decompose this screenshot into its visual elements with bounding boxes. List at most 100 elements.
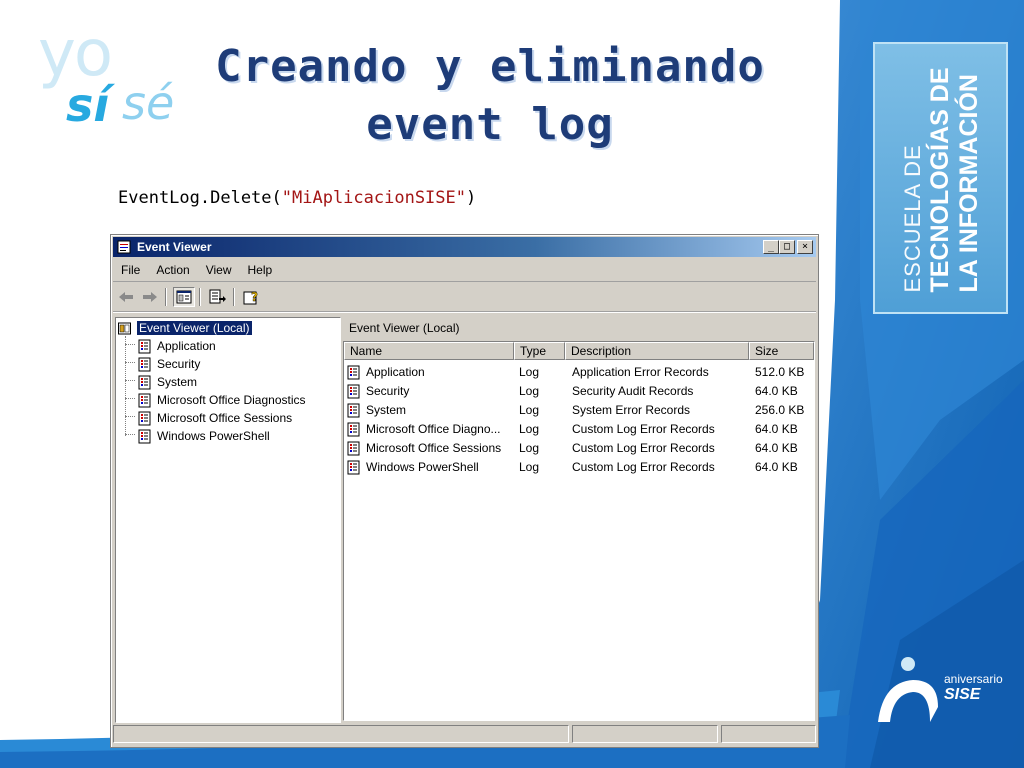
table-row[interactable]: System Log System Error Records 256.0 KB <box>344 401 814 420</box>
tree-item-office-diagnostics[interactable]: Microsoft Office Diagnostics <box>138 392 306 408</box>
event-log-icon <box>347 403 360 418</box>
table-row[interactable]: Microsoft Office Sessions Log Custom Log… <box>344 439 814 458</box>
row-size: 64.0 KB <box>755 422 798 436</box>
status-bar-panel <box>113 725 569 743</box>
code-snippet: EventLog.Delete("MiAplicacionSISE") <box>118 188 476 208</box>
event-log-icon <box>347 365 360 380</box>
menu-file[interactable]: File <box>113 263 148 277</box>
logo-yo-text: yo <box>38 17 113 91</box>
event-log-icon <box>138 357 151 371</box>
row-type: Log <box>519 365 540 379</box>
row-name: Security <box>366 384 410 398</box>
row-name: Application <box>366 365 425 379</box>
school-label-panel: ESCUELA DE TECNOLOGÍAS DE LA INFORMACIÓN <box>873 42 1008 314</box>
row-size: 256.0 KB <box>755 403 805 417</box>
event-viewer-icon <box>117 240 131 254</box>
details-pane-header: Event Viewer (Local) <box>349 321 460 335</box>
tree-item-label: Application <box>157 339 216 353</box>
tree-connector <box>125 380 135 381</box>
row-description: Application Error Records <box>572 365 709 379</box>
tree-connector <box>125 362 135 363</box>
tree-root-label: Event Viewer (Local) <box>136 320 253 336</box>
tree-item-application[interactable]: Application <box>138 338 216 354</box>
event-log-icon <box>347 460 360 475</box>
row-size: 512.0 KB <box>755 365 805 379</box>
slide-title: Creando y eliminando event log <box>200 38 780 154</box>
logo-se-text: sé <box>122 76 175 130</box>
tree-connector <box>125 344 135 345</box>
log-list: Name Type Description Size Application L… <box>343 341 815 721</box>
maximize-button[interactable]: □ <box>779 240 795 254</box>
row-size: 64.0 KB <box>755 384 798 398</box>
code-string: "MiAplicacionSISE" <box>281 188 466 208</box>
row-name: Microsoft Office Sessions <box>366 441 502 455</box>
show-hide-tree-icon[interactable] <box>173 287 195 307</box>
event-viewer-window: Event Viewer _ □ × File Action View Help… <box>110 234 819 748</box>
status-bar-panel <box>721 725 816 743</box>
menu-bar: File Action View Help <box>113 259 816 282</box>
row-description: Custom Log Error Records <box>572 422 715 436</box>
column-header-name[interactable]: Name <box>344 342 514 360</box>
tree-item-system[interactable]: System <box>138 374 197 390</box>
toolbar-separator <box>165 288 167 306</box>
window-titlebar[interactable]: Event Viewer _ □ × <box>113 237 816 257</box>
table-row[interactable]: Microsoft Office Diagno... Log Custom Lo… <box>344 420 814 439</box>
tree-connector <box>125 434 135 435</box>
logo-si-text: sí <box>66 78 110 132</box>
row-type: Log <box>519 422 540 436</box>
tree-item-label: Microsoft Office Diagnostics <box>157 393 306 407</box>
tree-item-label: Security <box>157 357 201 371</box>
export-list-icon[interactable] <box>207 287 229 307</box>
row-type: Log <box>519 460 540 474</box>
menu-help[interactable]: Help <box>240 263 281 277</box>
slide-title-line1: Creando y eliminando <box>215 41 765 92</box>
tree-item-label: System <box>157 375 198 389</box>
anniversary-label: aniversario <box>944 672 1003 686</box>
tree-item-office-sessions[interactable]: Microsoft Office Sessions <box>138 410 292 426</box>
toolbar-separator <box>199 288 201 306</box>
svg-text:?: ? <box>251 290 258 304</box>
row-type: Log <box>519 384 540 398</box>
help-icon[interactable]: ? <box>241 287 263 307</box>
details-pane: Event Viewer (Local) Name Type Descripti… <box>343 317 815 721</box>
event-log-icon <box>347 441 360 456</box>
tree-item-label: Microsoft Office Sessions <box>157 411 293 425</box>
table-row[interactable]: Security Log Security Audit Records 64.0… <box>344 382 814 401</box>
minimize-button[interactable]: _ <box>763 240 779 254</box>
menu-view[interactable]: View <box>198 263 240 277</box>
tree-connector <box>125 336 127 436</box>
tree-item-label: Windows PowerShell <box>157 429 270 443</box>
tree-item-windows-powershell[interactable]: Windows PowerShell <box>138 428 270 444</box>
column-header-size[interactable]: Size <box>749 342 814 360</box>
row-description: Custom Log Error Records <box>572 460 715 474</box>
close-button[interactable]: × <box>797 240 813 254</box>
column-header-description[interactable]: Description <box>565 342 749 360</box>
school-label-line2: TECNOLOGÍAS DE <box>926 67 954 293</box>
school-label-line3: LA INFORMACIÓN <box>955 74 983 293</box>
forward-arrow-icon[interactable] <box>139 287 161 307</box>
column-header-type[interactable]: Type <box>514 342 565 360</box>
event-log-icon <box>138 411 151 425</box>
row-name: Windows PowerShell <box>366 460 479 474</box>
slide-title-line2: event log <box>366 99 614 150</box>
row-size: 64.0 KB <box>755 460 798 474</box>
computer-icon <box>118 322 131 334</box>
event-log-icon <box>138 375 151 389</box>
event-log-icon <box>347 422 360 437</box>
table-row[interactable]: Application Log Application Error Record… <box>344 363 814 382</box>
row-size: 64.0 KB <box>755 441 798 455</box>
event-log-icon <box>347 384 360 399</box>
code-prefix: EventLog.Delete( <box>118 188 282 208</box>
window-controls: _ □ × <box>763 240 813 254</box>
event-log-icon <box>138 339 151 353</box>
tree-item-security[interactable]: Security <box>138 356 200 372</box>
menu-action[interactable]: Action <box>148 263 197 277</box>
tree-root-event-viewer[interactable]: Event Viewer (Local) <box>118 320 253 336</box>
code-suffix: ) <box>466 188 477 208</box>
back-arrow-icon[interactable] <box>115 287 137 307</box>
toolbar: ? <box>113 283 816 312</box>
table-row[interactable]: Windows PowerShell Log Custom Log Error … <box>344 458 814 477</box>
tree-connector <box>125 398 135 399</box>
row-description: Security Audit Records <box>572 384 694 398</box>
row-description: System Error Records <box>572 403 691 417</box>
